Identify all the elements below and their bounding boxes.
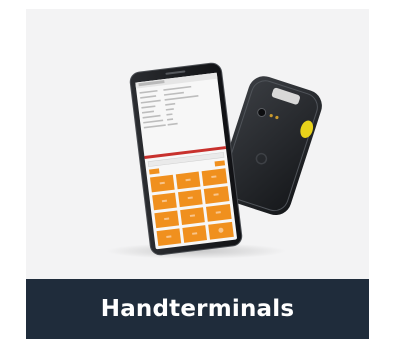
caption-bar: Handterminals	[26, 279, 369, 339]
handheld-terminal-illustration	[106, 62, 322, 259]
product-photo	[26, 9, 369, 279]
category-title[interactable]: Handterminals	[101, 296, 294, 322]
front-device	[129, 62, 243, 256]
product-category-card[interactable]: Handterminals	[26, 9, 369, 339]
